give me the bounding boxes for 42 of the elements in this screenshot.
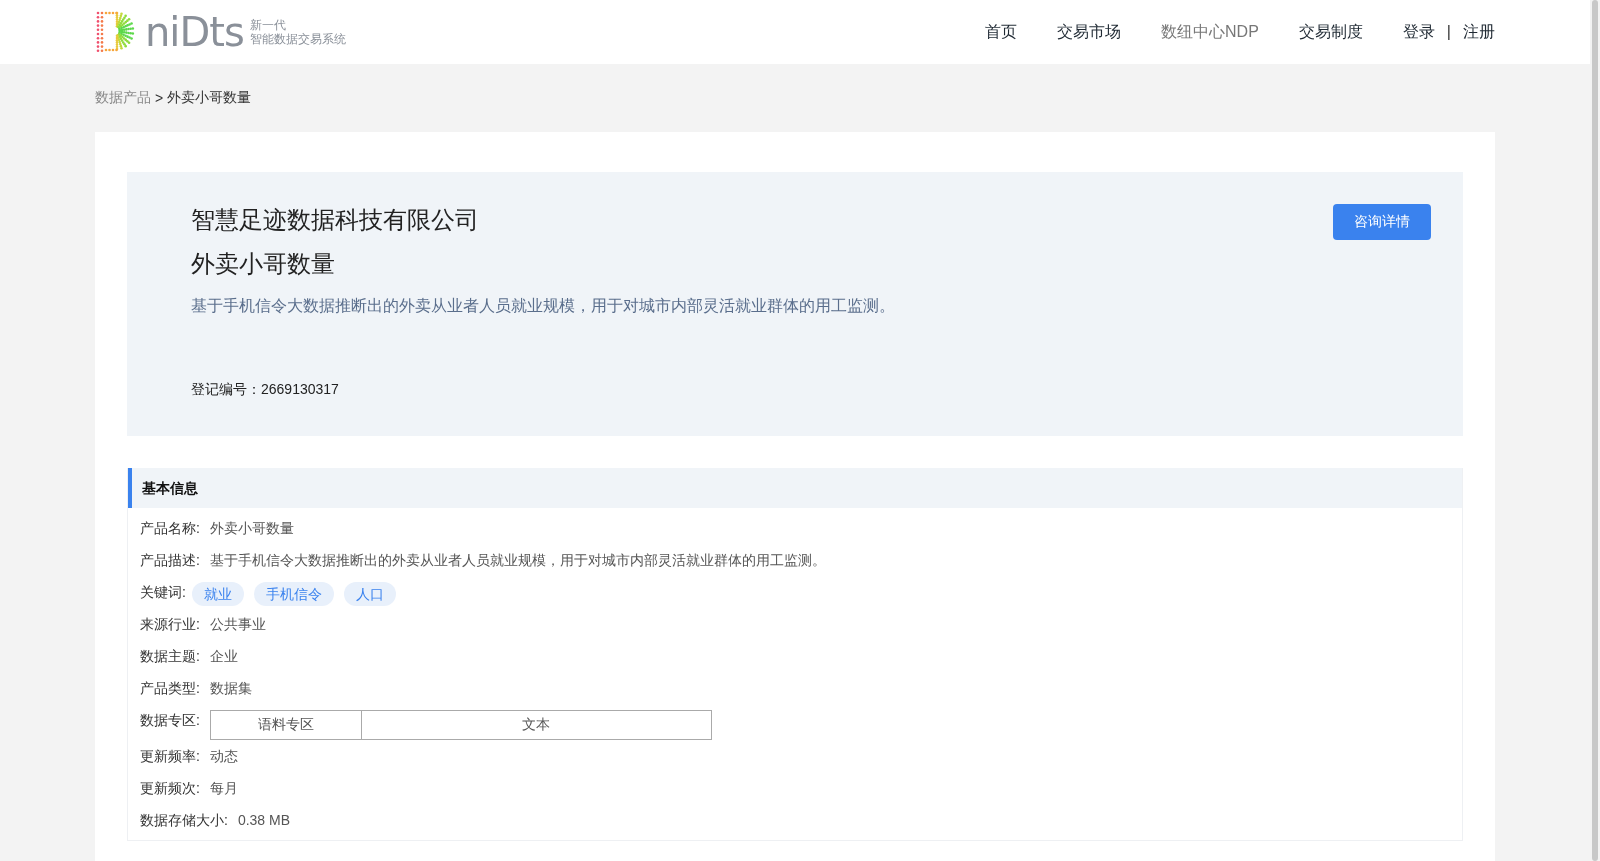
field-value: 每月 (209, 779, 238, 798)
logo-tagline: 新一代 (249, 18, 287, 32)
field-label: 来源行业: (140, 615, 200, 634)
field-value: 动态 (209, 747, 238, 766)
nav-link[interactable]: 交易市场 (1057, 21, 1122, 43)
field-label: 关键词: (140, 583, 186, 602)
field-label: 更新频率: (140, 747, 200, 766)
product-title: 外卖小哥数量 (191, 249, 336, 279)
field-value: 外卖小哥数量 (209, 519, 294, 538)
field-label: 产品类型: (140, 679, 200, 698)
table-cell-text: 文本 (521, 715, 552, 734)
field-label: 产品名称: (140, 519, 200, 538)
field-label: 产品描述: (140, 551, 200, 570)
breadcrumb-current: 外卖小哥数量 (167, 89, 252, 107)
logo-tagline: 智能数据交易系统 (249, 32, 346, 46)
login-link[interactable]: 登录 (1402, 21, 1435, 43)
field-value: 公共事业 (209, 615, 266, 634)
field-value: 企业 (209, 647, 238, 666)
scrollbar[interactable] (1592, 0, 1598, 861)
product-description: 基于手机信令大数据推断出的外卖从业者人员就业规模，用于对城市内部灵活就业群体的用工监测。 (191, 296, 895, 316)
field-label: 数据专区: (140, 711, 200, 730)
consult-button[interactable]: 咨询详情 (1333, 204, 1431, 240)
field-label: 数据存储大小: (140, 811, 228, 830)
keyword-tag: 人口 (343, 582, 396, 606)
field-value: 基于手机信令大数据推断出的外卖从业者人员就业规模，用于对城市内部灵活就业群体的用工监测。 (209, 551, 826, 570)
breadcrumb-separator: > (155, 90, 164, 106)
field-value: 0.38 MB (237, 811, 291, 830)
field-value: 数据集 (209, 679, 252, 698)
registration-number: 登记编号：2669130317 (191, 381, 340, 399)
logo-wordmark: niDts (145, 10, 244, 54)
nav-link[interactable]: 首页 (985, 21, 1018, 43)
register-link[interactable]: 注册 (1463, 21, 1495, 43)
field-label: 更新频次: (140, 779, 200, 798)
keyword-tag: 手机信令 (253, 582, 334, 606)
field-label: 数据主题: (140, 647, 200, 666)
keyword-tag: 就业 (191, 582, 244, 606)
table-cell: 语料专区 (210, 711, 362, 739)
nav-link[interactable]: 数纽中心NDP (1161, 21, 1259, 43)
section-title: 基本信息 (128, 468, 1462, 508)
nav-separator: | (1446, 23, 1451, 41)
nav-link[interactable]: 交易制度 (1298, 21, 1363, 43)
company-name: 智慧足迹数据科技有限公司 (191, 205, 480, 235)
